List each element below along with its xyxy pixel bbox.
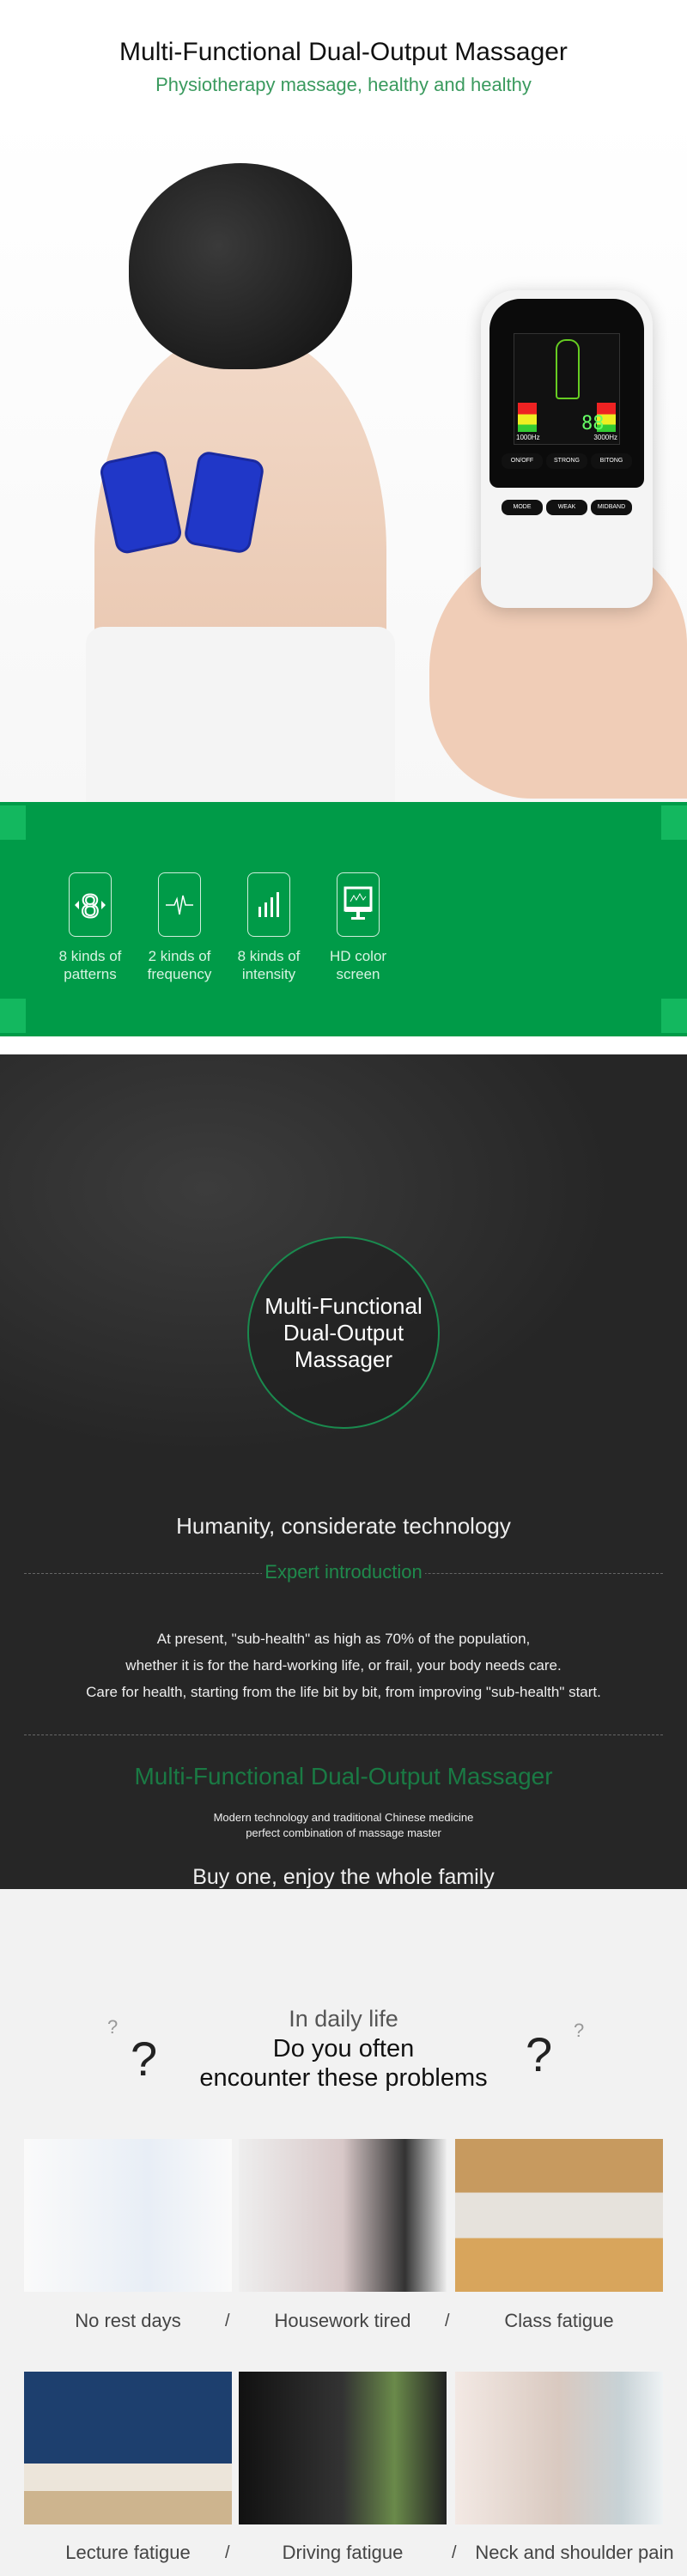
signal-bars-icon: [247, 872, 290, 937]
feature-line1: 8 kinds of: [237, 948, 301, 964]
product-title: Multi-Functional Dual-Output Massager: [134, 1763, 553, 1789]
towel: [86, 627, 395, 802]
problem-label: Lecture fatigue: [65, 2542, 191, 2563]
body-figure-icon: [556, 339, 580, 399]
lcd-readout: 88: [581, 413, 605, 434]
corner-decoration: [661, 805, 687, 840]
device-face: 88 1000Hz 3000Hz ON/OFF STRONG BITONG: [489, 299, 644, 488]
paragraph-line: whether it is for the hard-working life,…: [125, 1657, 562, 1674]
feature-line2: screen: [336, 966, 380, 982]
product-desc: Modern technology and traditional Chines…: [0, 1810, 687, 1841]
tagline: Humanity, considerate technology: [176, 1513, 511, 1539]
device-button: BITONG: [591, 453, 632, 469]
section-label-wrap: Expert introduction: [0, 1561, 687, 1583]
corner-decoration: [661, 999, 687, 1033]
desc-line: perfect combination of massage master: [246, 1826, 441, 1839]
pulse-wave-icon: [158, 872, 201, 937]
paragraph-line: At present, "sub-health" as high as 70% …: [156, 1631, 531, 1647]
separator: /: [225, 2312, 230, 2330]
page-title: Multi-Functional Dual-Output Massager: [119, 38, 568, 66]
freq-left: 1000Hz: [516, 434, 540, 441]
feature-line1: 8 kinds of: [58, 948, 122, 964]
digit-8-icon: 8: [69, 872, 112, 937]
problem-label: No rest days: [75, 2310, 181, 2331]
problem-label: Neck and shoulder pain: [475, 2542, 674, 2563]
intro-section: Multi-Functional Dual-Output Massager Huma…: [0, 1054, 687, 1889]
desc-line: Modern technology and traditional Chines…: [213, 1811, 474, 1824]
problems-section: ? ? ? ? In daily life Do you often encou…: [0, 1889, 687, 2576]
circle-line: Dual-Output: [283, 1319, 404, 1346]
corner-decoration: [0, 999, 26, 1033]
freq-right: 3000Hz: [593, 434, 617, 441]
photo-class: [455, 2139, 663, 2292]
level-bar-left: [518, 403, 537, 432]
feature-line2: frequency: [147, 966, 212, 982]
svg-text:8: 8: [81, 889, 99, 925]
feature-patterns: 8 8 kinds of patterns: [39, 872, 142, 983]
feature-intensity: 8 kinds of intensity: [217, 872, 320, 983]
photo-housework: [239, 2139, 447, 2292]
massager-device: 88 1000Hz 3000Hz ON/OFF STRONG BITONG MO…: [481, 290, 653, 608]
intro-paragraph: At present, "sub-health" as high as 70% …: [0, 1625, 687, 1705]
device-button: WEAK: [546, 500, 587, 515]
problem-label: Class fatigue: [504, 2310, 614, 2331]
monitor-icon: [337, 872, 380, 937]
photo-driving: [239, 2372, 447, 2524]
hero-image: 88 1000Hz 3000Hz ON/OFF STRONG BITONG MO…: [0, 112, 687, 802]
photo-neck-pain: [455, 2372, 663, 2524]
photo-lecture: [24, 2372, 232, 2524]
corner-decoration: [0, 805, 26, 840]
problems-kicker: In daily life: [289, 2006, 398, 2032]
feature-line2: intensity: [241, 966, 296, 982]
section-label: Expert introduction: [262, 1561, 425, 1583]
device-button: ON/OFF: [502, 453, 543, 469]
feature-screen: HD color screen: [307, 872, 410, 983]
feature-line1: 2 kinds of: [148, 948, 211, 964]
device-button: MODE: [502, 500, 543, 515]
device-button: MIDBAND: [591, 500, 632, 515]
paragraph-line: Care for health, starting from the life …: [86, 1684, 601, 1700]
device-screen: 88 1000Hz 3000Hz: [514, 333, 620, 445]
problems-heading-2: encounter these problems: [199, 2064, 488, 2092]
feature-band: 8 8 kinds of patterns 2 kinds of frequency…: [0, 802, 687, 1036]
slogan: Buy one, enjoy the whole family: [192, 1865, 495, 1889]
page-subtitle: Physiotherapy massage, healthy and healt…: [155, 74, 532, 95]
feature-line1: HD color: [329, 948, 387, 964]
problem-label: Driving fatigue: [282, 2542, 404, 2563]
woman-hair: [129, 163, 352, 369]
separator: /: [225, 2543, 230, 2562]
problems-heading-1: Do you often: [272, 2035, 415, 2063]
separator: /: [445, 2312, 450, 2330]
circle-line: Multi-Functional: [264, 1292, 423, 1319]
problem-label: Housework tired: [274, 2310, 411, 2331]
device-button: STRONG: [546, 453, 587, 469]
circle-line: Massager: [294, 1346, 393, 1372]
feature-frequency: 2 kinds of frequency: [128, 872, 231, 983]
feature-line2: patterns: [64, 966, 117, 982]
separator: /: [452, 2543, 457, 2562]
intro-circle: Multi-Functional Dual-Output Massager: [247, 1236, 440, 1429]
photo-no-rest-days: [24, 2139, 232, 2292]
